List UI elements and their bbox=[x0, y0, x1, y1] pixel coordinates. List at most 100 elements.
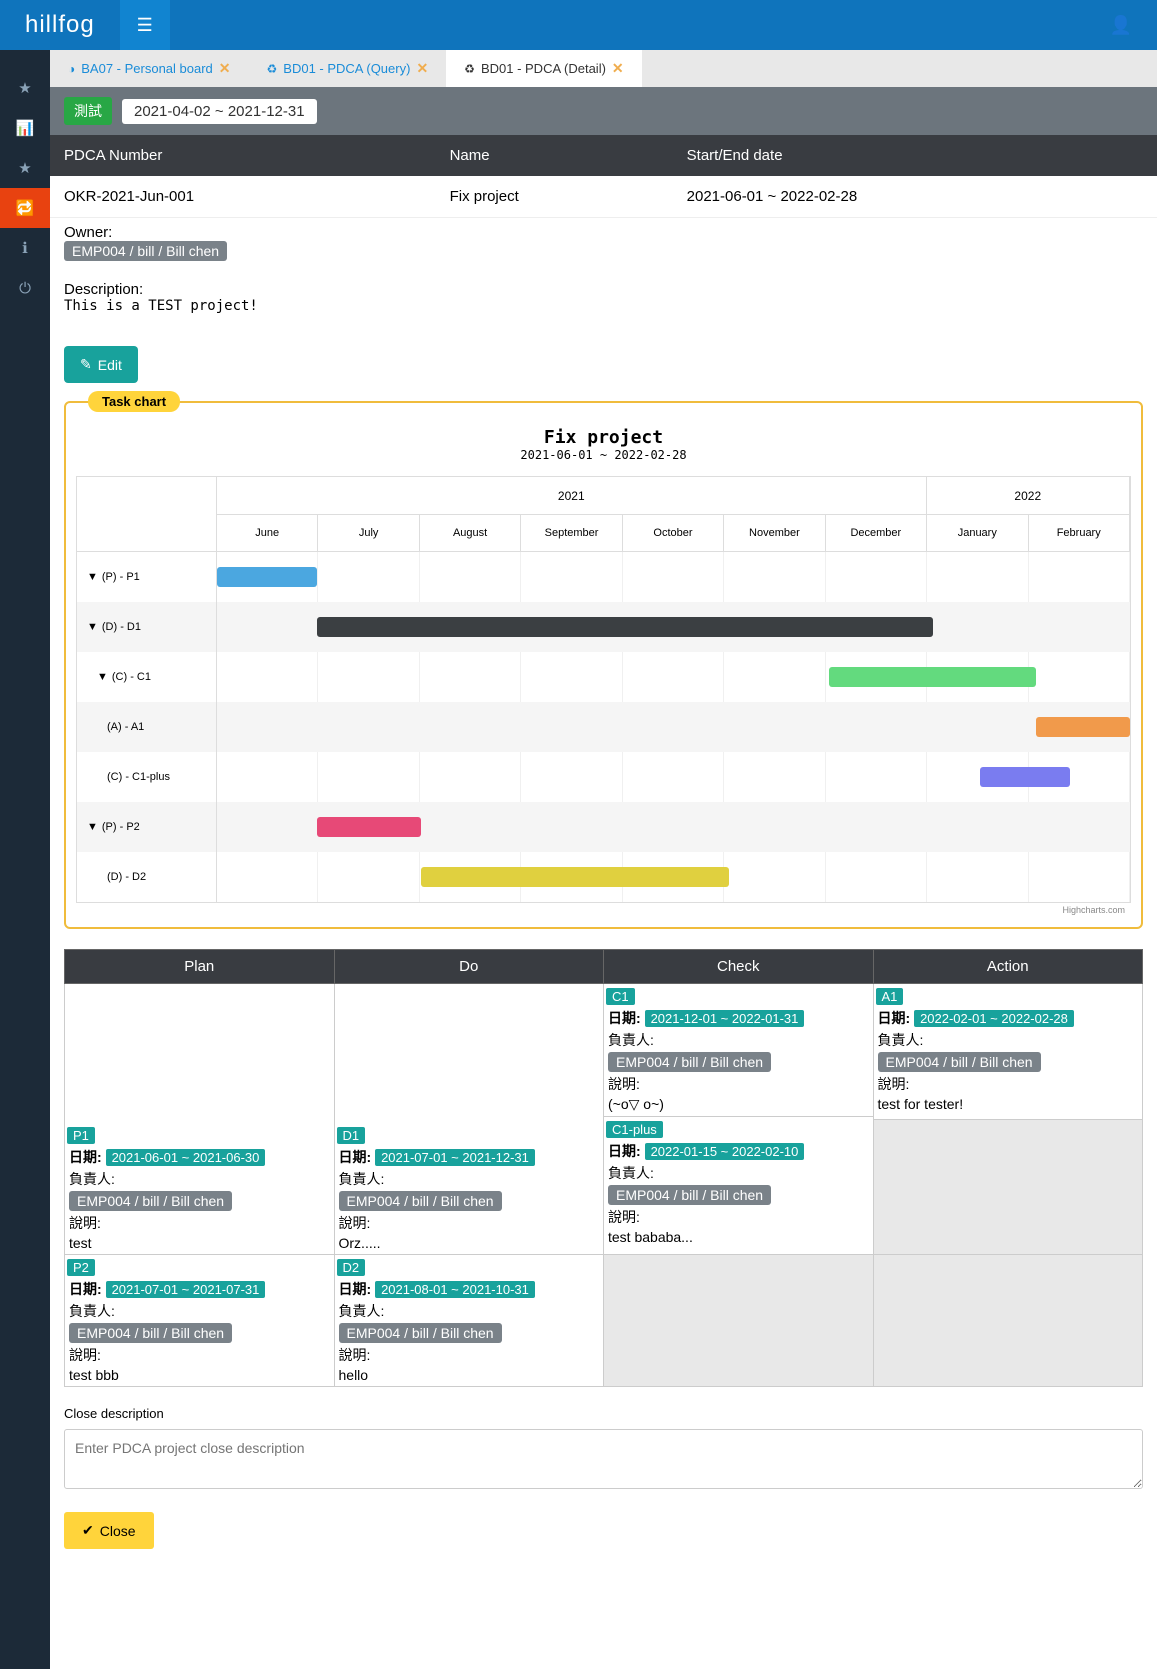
date-chip: 2021-07-01 ~ 2021-07-31 bbox=[106, 1281, 266, 1298]
cell-action-1: A1日期: 2022-02-01 ~ 2022-02-28負責人:EMP004 … bbox=[873, 984, 1143, 1255]
detail-table: PDCA Number Name Start/End date OKR-2021… bbox=[50, 135, 1157, 218]
date-chip: 2021-07-01 ~ 2021-12-31 bbox=[375, 1149, 535, 1166]
owner-chip: EMP004 / bill / Bill chen bbox=[64, 241, 227, 261]
highcharts-credit[interactable]: Highcharts.com bbox=[76, 903, 1131, 917]
close-icon[interactable]: ✕ bbox=[612, 60, 624, 77]
card-desc: Orz..... bbox=[337, 1234, 602, 1252]
gantt-bar[interactable] bbox=[421, 867, 729, 887]
close-icon[interactable]: ✕ bbox=[416, 60, 428, 77]
gantt-row bbox=[217, 852, 1130, 902]
edit-button[interactable]: ✎Edit bbox=[64, 346, 138, 383]
gantt-bar[interactable] bbox=[217, 567, 317, 587]
pdca-card: D1日期: 2021-07-01 ~ 2021-12-31負責人:EMP004 … bbox=[337, 1125, 602, 1252]
gantt-row-label[interactable]: ▼(C) - C1 bbox=[77, 652, 216, 702]
top-bar: hillfog ☰ 👤 bbox=[0, 0, 1157, 50]
gantt-bar[interactable] bbox=[980, 767, 1070, 787]
cell-number: OKR-2021-Jun-001 bbox=[50, 176, 436, 218]
col-pdca-number: PDCA Number bbox=[50, 135, 436, 176]
pdca-card: P2日期: 2021-07-01 ~ 2021-07-31負責人:EMP004 … bbox=[67, 1257, 332, 1384]
collapse-icon[interactable]: ▼ bbox=[87, 621, 98, 633]
sidebar-power-icon[interactable]: ⏻ bbox=[0, 268, 50, 308]
gantt-chart: ▼(P) - P1▼(D) - D1▼(C) - C1(A) - A1(C) -… bbox=[76, 476, 1131, 903]
card-desc: test bababa... bbox=[606, 1228, 871, 1246]
description-block: Description: This is a TEST project! bbox=[50, 267, 1157, 328]
gantt-row bbox=[217, 552, 1130, 602]
card-tag: C1 bbox=[606, 988, 635, 1005]
gantt-row bbox=[217, 702, 1130, 752]
year-2022: 2022 bbox=[927, 477, 1130, 514]
owner-chip: EMP004 / bill / Bill chen bbox=[69, 1191, 232, 1211]
sidebar-star-icon[interactable]: ★ bbox=[0, 68, 50, 108]
user-icon[interactable]: 👤 bbox=[1110, 15, 1157, 36]
gantt-month-header: JuneJulyAugustSeptemberOctoberNovemberDe… bbox=[217, 515, 1130, 552]
pdca-card: A1日期: 2022-02-01 ~ 2022-02-28負責人:EMP004 … bbox=[874, 984, 1143, 1119]
owner-label: Owner: bbox=[64, 224, 1143, 241]
collapse-icon[interactable]: ▼ bbox=[97, 671, 108, 683]
month-label: June bbox=[217, 515, 318, 551]
pdca-card: C1日期: 2021-12-01 ~ 2022-01-31負責人:EMP004 … bbox=[604, 984, 873, 1117]
recycle-icon: ♻ bbox=[267, 62, 278, 76]
cell-check-1: C1日期: 2021-12-01 ~ 2022-01-31負責人:EMP004 … bbox=[604, 984, 874, 1255]
gantt-row-label[interactable]: (C) - C1-plus bbox=[77, 752, 216, 802]
owner-chip: EMP004 / bill / Bill chen bbox=[608, 1052, 771, 1072]
tab-pdca-detail[interactable]: ♻BD01 - PDCA (Detail)✕ bbox=[446, 50, 641, 87]
gantt-row-label[interactable]: ▼(P) - P2 bbox=[77, 802, 216, 852]
cell-do-2: D2日期: 2021-08-01 ~ 2021-10-31負責人:EMP004 … bbox=[334, 1255, 604, 1387]
month-label: September bbox=[521, 515, 622, 551]
gantt-row bbox=[217, 752, 1130, 802]
card-tag: D2 bbox=[337, 1259, 366, 1276]
tab-pdca-query[interactable]: ♻BD01 - PDCA (Query)✕ bbox=[249, 50, 447, 87]
card-desc: hello bbox=[337, 1366, 602, 1384]
close-description-input[interactable] bbox=[64, 1429, 1143, 1489]
collapse-icon[interactable]: ▼ bbox=[87, 821, 98, 833]
gantt-row-label[interactable]: ▼(D) - D1 bbox=[77, 602, 216, 652]
col-check: Check bbox=[604, 950, 874, 984]
sidebar-dashboard-icon[interactable]: 📊 bbox=[0, 108, 50, 148]
tab-personal-board[interactable]: ◑BA07 - Personal board✕ bbox=[50, 50, 249, 87]
owner-block: Owner: EMP004 / bill / Bill chen bbox=[50, 218, 1157, 267]
gantt-bar[interactable] bbox=[829, 667, 1036, 687]
gantt-bar[interactable] bbox=[317, 817, 421, 837]
pie-icon: ◑ bbox=[68, 62, 75, 76]
gantt-bar[interactable] bbox=[317, 617, 932, 637]
edit-icon: ✎ bbox=[80, 356, 92, 373]
cell-name: Fix project bbox=[436, 176, 673, 218]
main-content: ◑BA07 - Personal board✕ ♻BD01 - PDCA (Qu… bbox=[50, 50, 1157, 1669]
sidebar-star2-icon[interactable]: ★ bbox=[0, 148, 50, 188]
task-chart: Task chart Fix project 2021-06-01 ~ 2022… bbox=[64, 401, 1143, 929]
card-tag: A1 bbox=[876, 988, 904, 1005]
date-chip: 2021-08-01 ~ 2021-10-31 bbox=[375, 1281, 535, 1298]
collapse-icon[interactable]: ▼ bbox=[87, 571, 98, 583]
tabs-row: ◑BA07 - Personal board✕ ♻BD01 - PDCA (Qu… bbox=[50, 50, 1157, 87]
col-do: Do bbox=[334, 950, 604, 984]
cell-action-2 bbox=[873, 1255, 1143, 1387]
chart-title: Fix project bbox=[76, 427, 1131, 448]
menu-toggle-button[interactable]: ☰ bbox=[120, 0, 170, 50]
month-label: February bbox=[1029, 515, 1130, 551]
pdca-card: P1日期: 2021-06-01 ~ 2021-06-30負責人:EMP004 … bbox=[67, 1125, 332, 1252]
test-badge: 測試 bbox=[64, 97, 112, 125]
task-chart-badge: Task chart bbox=[88, 391, 180, 412]
pdca-card: D2日期: 2021-08-01 ~ 2021-10-31負責人:EMP004 … bbox=[337, 1257, 602, 1384]
card-tag: P1 bbox=[67, 1127, 95, 1144]
cell-dates: 2021-06-01 ~ 2022-02-28 bbox=[673, 176, 1157, 218]
gantt-row-label[interactable]: ▼(P) - P1 bbox=[77, 552, 216, 602]
close-button[interactable]: ✔Close bbox=[64, 1512, 154, 1549]
cell-plan-1: P1日期: 2021-06-01 ~ 2021-06-30負責人:EMP004 … bbox=[65, 984, 335, 1255]
gantt-bar[interactable] bbox=[1036, 717, 1130, 737]
close-icon[interactable]: ✕ bbox=[219, 60, 231, 77]
col-dates: Start/End date bbox=[673, 135, 1157, 176]
month-label: December bbox=[826, 515, 927, 551]
gantt-row-label[interactable]: (A) - A1 bbox=[77, 702, 216, 752]
year-2021: 2021 bbox=[217, 477, 927, 514]
owner-chip: EMP004 / bill / Bill chen bbox=[878, 1052, 1041, 1072]
card-desc: (~o▽ o~) bbox=[606, 1095, 871, 1114]
sidebar-info-icon[interactable]: ℹ bbox=[0, 228, 50, 268]
sidebar-retweet-icon[interactable]: 🔁 bbox=[0, 188, 50, 228]
date-chip: 2021-12-01 ~ 2022-01-31 bbox=[645, 1010, 805, 1027]
col-name: Name bbox=[436, 135, 673, 176]
description-text: This is a TEST project! bbox=[64, 298, 1143, 314]
gantt-row bbox=[217, 652, 1130, 702]
date-chip: 2021-06-01 ~ 2021-06-30 bbox=[106, 1149, 266, 1166]
gantt-row-label[interactable]: (D) - D2 bbox=[77, 852, 216, 902]
